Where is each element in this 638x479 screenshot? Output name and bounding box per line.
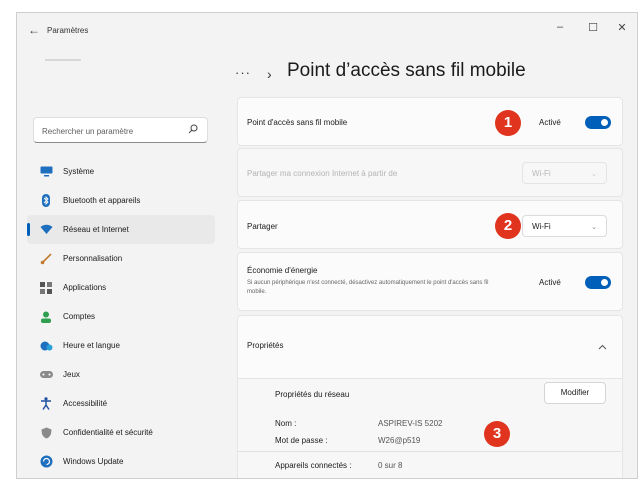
modify-button[interactable]: Modifier — [544, 382, 606, 404]
share-from-dropdown[interactable]: Wi-Fi ⌄ — [522, 162, 607, 184]
breadcrumb-overflow[interactable]: ··· — [235, 65, 251, 80]
hotspot-state: Activé — [539, 118, 561, 127]
accessibility-icon — [39, 397, 53, 411]
chevron-up-icon[interactable] — [598, 344, 607, 350]
gamepad-icon — [39, 368, 53, 382]
network-properties-label: Propriétés du réseau — [275, 390, 350, 399]
share-from-label: Partager ma connexion Internet à partir … — [247, 169, 398, 178]
share-over-label: Partager — [247, 222, 278, 231]
search-input[interactable] — [40, 121, 184, 141]
sidebar-item-bluetooth[interactable]: Bluetooth et appareils — [27, 186, 215, 215]
power-saving-description: Si aucun périphérique n'est connecté, dé… — [247, 280, 489, 295]
share-over-card: Partager 2 Wi-Fi ⌄ — [237, 200, 623, 249]
search-icon — [188, 124, 198, 134]
connected-devices-value: 0 sur 8 — [378, 461, 403, 470]
sidebar-item-label: Accessibilité — [63, 399, 108, 408]
sidebar-item-label: Réseau et Internet — [63, 225, 129, 234]
sidebar-item-accessibility[interactable]: Accessibilité — [27, 389, 215, 418]
globe-clock-icon — [39, 339, 53, 353]
apps-icon — [39, 281, 53, 295]
close-button[interactable]: ✕ — [615, 21, 629, 34]
power-saving-label: Économie d'énergie — [247, 266, 318, 275]
callout-badge-1: 1 — [495, 110, 521, 136]
account-placeholder — [45, 59, 81, 61]
share-over-dropdown[interactable]: Wi-Fi ⌄ — [522, 215, 607, 237]
title-bar: ← Paramètres – ☐ ✕ — [17, 13, 637, 49]
sidebar-item-label: Jeux — [63, 370, 80, 379]
properties-details: Propriétés du réseau Modifier Nom : ASPI… — [237, 379, 623, 478]
sidebar-item-label: Comptes — [63, 312, 96, 321]
share-over-value: Wi-Fi — [532, 222, 551, 231]
page-title: Point d’accès sans fil mobile — [287, 60, 526, 81]
share-from-card: Partager ma connexion Internet à partir … — [237, 148, 623, 197]
callout-badge-3: 3 — [484, 421, 510, 447]
properties-card[interactable]: Propriétés — [237, 315, 623, 379]
sidebar-item-accounts[interactable]: Comptes — [27, 302, 215, 331]
hotspot-card: Point d'accès sans fil mobile 1 Activé — [237, 97, 623, 146]
sidebar-item-network[interactable]: Réseau et Internet — [27, 215, 215, 244]
hotspot-toggle[interactable] — [585, 116, 611, 129]
network-name-value: ASPIREV-IS 5202 — [378, 419, 443, 428]
monitor-icon — [39, 165, 53, 179]
sidebar-item-label: Bluetooth et appareils — [63, 196, 141, 205]
sidebar-nav: Système Bluetooth et appareils Réseau et… — [27, 157, 215, 476]
sidebar-item-time-language[interactable]: Heure et langue — [27, 331, 215, 360]
power-saving-card: Économie d'énergie Si aucun périphérique… — [237, 252, 623, 311]
sidebar-item-label: Windows Update — [63, 457, 124, 466]
properties-label: Propriétés — [247, 341, 284, 350]
chevron-down-icon: ⌄ — [591, 171, 597, 178]
back-arrow-icon[interactable]: ← — [28, 23, 40, 37]
divider — [238, 451, 622, 452]
account-icon — [39, 310, 53, 324]
sidebar-item-windows-update[interactable]: Windows Update — [27, 447, 215, 476]
bluetooth-icon — [39, 194, 53, 208]
minimize-button[interactable]: – — [553, 21, 567, 33]
search-box[interactable] — [33, 117, 208, 143]
sidebar-item-label: Heure et langue — [63, 341, 120, 350]
chevron-down-icon: ⌄ — [591, 224, 597, 231]
share-from-value: Wi-Fi — [532, 169, 551, 178]
sidebar-item-privacy[interactable]: Confidentialité et sécurité — [27, 418, 215, 447]
shield-icon — [39, 426, 53, 440]
password-value: W26@p519 — [378, 436, 421, 445]
sidebar-item-system[interactable]: Système — [27, 157, 215, 186]
password-label: Mot de passe : — [275, 436, 328, 445]
sidebar-item-label: Personnalisation — [63, 254, 123, 263]
wifi-icon — [39, 223, 53, 237]
network-name-label: Nom : — [275, 419, 297, 428]
sidebar-item-label: Confidentialité et sécurité — [63, 428, 153, 437]
connected-devices-label: Appareils connectés : — [275, 461, 352, 470]
maximize-button[interactable]: ☐ — [586, 21, 600, 34]
sidebar-item-gaming[interactable]: Jeux — [27, 360, 215, 389]
hotspot-label: Point d'accès sans fil mobile — [247, 118, 348, 127]
power-saving-toggle[interactable] — [585, 276, 611, 289]
sidebar-item-personalization[interactable]: Personnalisation — [27, 244, 215, 273]
breadcrumb-chevron-icon: › — [267, 66, 272, 82]
sidebar-item-apps[interactable]: Applications — [27, 273, 215, 302]
sidebar-item-label: Applications — [63, 283, 107, 292]
power-saving-state: Activé — [539, 278, 561, 287]
sidebar-item-label: Système — [63, 167, 95, 176]
update-icon — [39, 455, 53, 469]
callout-badge-2: 2 — [495, 213, 521, 239]
brush-icon — [39, 252, 53, 266]
settings-window: ← Paramètres – ☐ ✕ Système Bluetooth et … — [16, 12, 638, 479]
app-title: Paramètres — [47, 26, 89, 35]
